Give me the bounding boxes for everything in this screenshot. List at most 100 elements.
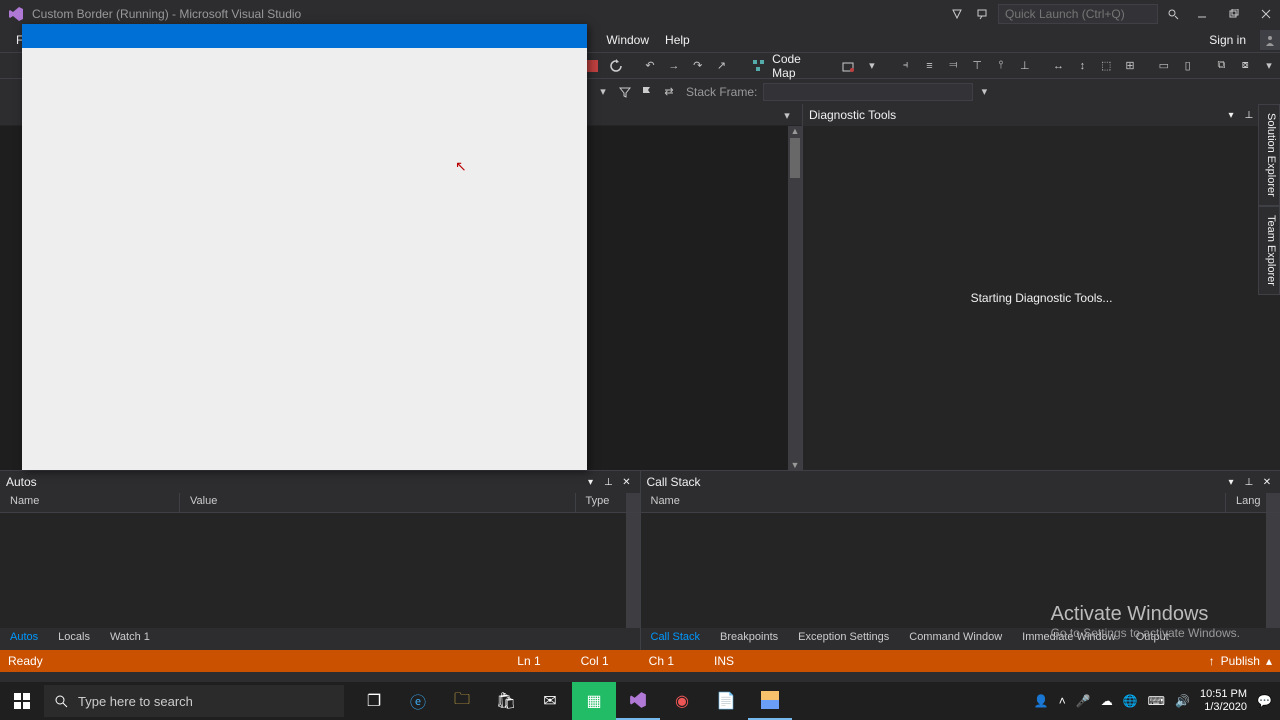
callstack-pin-icon[interactable]: ⊥ [1242, 475, 1256, 489]
cursor-icon: ↖ [455, 158, 467, 175]
team-explorer-tab[interactable]: Team Explorer [1258, 206, 1280, 295]
stack-frame-combo[interactable] [763, 83, 973, 101]
autos-pin-icon[interactable]: ⊥ [602, 475, 616, 489]
size-icon[interactable]: ⬚ [1095, 55, 1117, 77]
notepad-icon[interactable]: 📄 [704, 682, 748, 720]
menu-help[interactable]: Help [657, 28, 698, 52]
close-button[interactable] [1252, 3, 1280, 25]
edge-icon[interactable]: ⓔ [396, 682, 440, 720]
camtasia-icon[interactable]: ◉ [660, 682, 704, 720]
diagnostic-tools-header: Diagnostic Tools ▾ ⊥ ✕ [803, 104, 1280, 126]
filter-icon[interactable] [614, 81, 636, 103]
editor-scrollbar[interactable]: ▲ ▼ [788, 126, 802, 470]
file-explorer-icon[interactable]: 🗀 [440, 682, 484, 720]
custom-app-icon[interactable] [748, 682, 792, 720]
align-right-icon[interactable]: ⫤ [942, 55, 964, 77]
menu-window[interactable]: Window [598, 28, 657, 52]
align-bottom-icon[interactable]: ⊥ [1014, 55, 1036, 77]
minimize-button[interactable] [1188, 3, 1216, 25]
tab-dropdown-icon[interactable]: ▾ [776, 104, 798, 126]
status-ins: INS [714, 654, 734, 668]
diagnostic-status: Starting Diagnostic Tools... [803, 126, 1280, 470]
layout-a-icon[interactable]: ⧉ [1210, 55, 1232, 77]
start-button[interactable] [0, 682, 44, 720]
keyboard-icon[interactable]: ⌨ [1148, 694, 1165, 708]
maximize-button[interactable] [1220, 3, 1248, 25]
account-icon[interactable] [1260, 30, 1280, 50]
vspacing-icon[interactable]: ↕ [1071, 55, 1093, 77]
step-out-button[interactable]: ↗ [711, 55, 733, 77]
code-map-button[interactable]: Code Map [772, 52, 827, 80]
status-ch: Ch 1 [649, 654, 674, 668]
vs-logo-icon [8, 6, 24, 22]
people-icon[interactable]: 👤 [1034, 694, 1049, 708]
autos-dropdown-icon[interactable]: ▾ [584, 475, 598, 489]
tab-autos[interactable]: Autos [0, 628, 48, 650]
volume-icon[interactable]: 🔊 [1175, 694, 1190, 708]
tab-command-window[interactable]: Command Window [899, 628, 1012, 650]
solution-explorer-tab[interactable]: Solution Explorer [1258, 104, 1280, 206]
taskview-icon[interactable]: ❐ [352, 682, 396, 720]
threads-icon[interactable]: ⇄ [658, 81, 680, 103]
step-into-button[interactable]: → [663, 55, 685, 77]
flag-icon[interactable] [636, 81, 658, 103]
running-app-window[interactable] [22, 24, 587, 470]
quick-launch-input[interactable] [998, 4, 1158, 24]
tray-up-icon[interactable]: ˄ [1059, 694, 1066, 708]
sign-in-link[interactable]: Sign in [1209, 33, 1254, 47]
publish-button[interactable]: Publish [1221, 654, 1260, 668]
taskbar-clock[interactable]: 10:51 PM 1/3/2020 [1200, 688, 1247, 714]
running-app-titlebar[interactable] [22, 24, 587, 48]
tab-exception-settings[interactable]: Exception Settings [788, 628, 899, 650]
autos-col-value[interactable]: Value [180, 493, 576, 512]
layout-b-icon[interactable]: ⧇ [1234, 55, 1256, 77]
tab-locals[interactable]: Locals [48, 628, 100, 650]
step-over-button[interactable]: ↷ [687, 55, 709, 77]
stack-frame-overflow-icon[interactable]: ▾ [973, 81, 995, 103]
feedback-icon[interactable] [972, 3, 994, 25]
mail-icon[interactable]: ✉ [528, 682, 572, 720]
network-icon[interactable]: 🌐 [1123, 694, 1138, 708]
visual-studio-icon[interactable] [616, 682, 660, 720]
dropdown-icon[interactable]: ▾ [861, 55, 883, 77]
callstack-dropdown-icon[interactable]: ▾ [1224, 475, 1238, 489]
overflow-icon[interactable]: ▾ [1258, 55, 1280, 77]
tab-breakpoints[interactable]: Breakpoints [710, 628, 788, 650]
align-middle-icon[interactable]: ⫯ [990, 55, 1012, 77]
taskbar-search[interactable]: Type here to search [44, 685, 344, 717]
thread-dropdown-icon[interactable]: ▾ [592, 81, 614, 103]
store-icon[interactable]: 🛍 [484, 682, 528, 720]
align-center-h-icon[interactable]: ≡ [919, 55, 941, 77]
onedrive-icon[interactable]: ☁ [1101, 694, 1113, 708]
callstack-close-icon[interactable]: ✕ [1260, 475, 1274, 489]
autos-col-type[interactable]: Type [576, 493, 626, 512]
pin-icon[interactable]: ⊥ [1242, 108, 1256, 122]
tofront-icon[interactable]: ▭ [1153, 55, 1175, 77]
search-icon[interactable] [1162, 3, 1184, 25]
callstack-col-lang[interactable]: Lang [1226, 493, 1266, 512]
tab-watch1[interactable]: Watch 1 [100, 628, 160, 650]
callstack-col-name[interactable]: Name [641, 493, 1227, 512]
align-top-icon[interactable]: ⊤ [966, 55, 988, 77]
group-icon[interactable]: ⊞ [1119, 55, 1141, 77]
activate-windows-watermark: Activate Windows Go to Settings to activ… [1051, 603, 1240, 640]
codemap-icon[interactable] [748, 55, 770, 77]
toolbox-icon[interactable] [837, 55, 859, 77]
status-ready: Ready [8, 654, 43, 668]
restart-button[interactable] [605, 55, 627, 77]
autos-header: Autos ▾ ⊥ ✕ [0, 471, 640, 493]
hspacing-icon[interactable]: ↔ [1048, 55, 1070, 77]
toback-icon[interactable]: ▯ [1177, 55, 1199, 77]
callstack-header: Call Stack ▾ ⊥ ✕ [641, 471, 1280, 493]
mic-icon[interactable]: 🎤 [1076, 694, 1091, 708]
step-back-button[interactable]: ↶ [639, 55, 661, 77]
publish-up-icon[interactable]: ↑ [1209, 654, 1215, 668]
autos-col-name[interactable]: Name [0, 493, 180, 512]
notifications-icon[interactable] [946, 3, 968, 25]
action-center-icon[interactable]: 💬 [1257, 694, 1272, 708]
app-icon-1[interactable]: ▦ [572, 682, 616, 720]
autos-close-icon[interactable]: ✕ [620, 475, 634, 489]
panel-dropdown-icon[interactable]: ▾ [1224, 108, 1238, 122]
tab-callstack[interactable]: Call Stack [641, 628, 711, 650]
align-left-icon[interactable]: ⫞ [895, 55, 917, 77]
